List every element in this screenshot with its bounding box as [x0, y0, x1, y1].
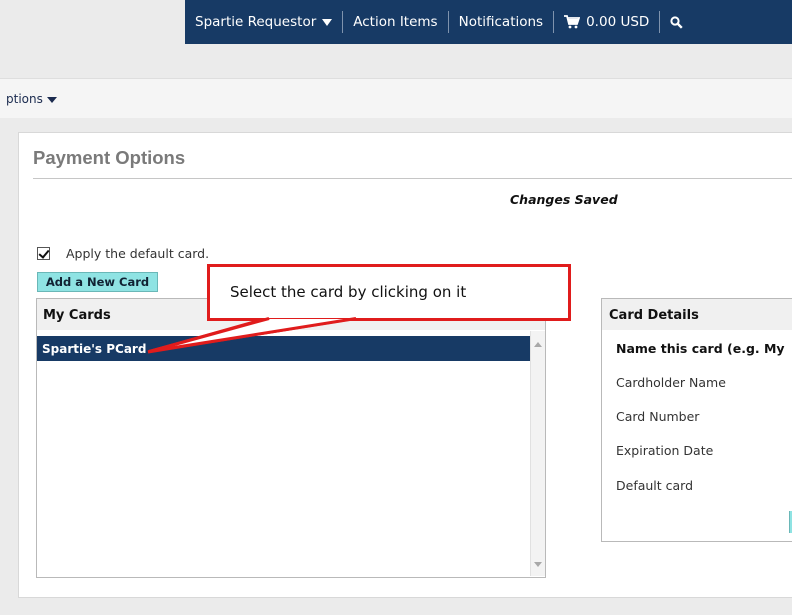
search-icon	[670, 15, 683, 29]
annotation-callout: Select the card by clicking on it	[207, 264, 571, 321]
notifications-link[interactable]: Notifications	[449, 0, 554, 44]
cart-amount: 0.00 USD	[586, 14, 650, 30]
card-details-header: Card Details	[609, 308, 699, 323]
my-cards-list	[37, 330, 545, 577]
options-menu-label: ptions	[6, 92, 43, 106]
status-message: Changes Saved	[510, 192, 618, 207]
action-items-link[interactable]: Action Items	[343, 0, 447, 44]
options-menu[interactable]: ptions	[6, 92, 57, 106]
cart-icon	[564, 15, 581, 29]
card-number-label: Card Number	[616, 409, 700, 424]
search-button[interactable]	[660, 0, 693, 44]
annotation-text: Select the card by clicking on it	[230, 283, 467, 301]
cardholder-name-label: Cardholder Name	[616, 375, 726, 390]
card-name-label: Name this card (e.g. My	[616, 341, 785, 356]
title-divider	[33, 178, 792, 179]
user-menu-label: Spartie Requestor	[195, 14, 317, 30]
page-title: Payment Options	[33, 147, 186, 168]
expiration-date-label: Expiration Date	[616, 443, 714, 458]
caret-down-icon	[322, 18, 333, 26]
default-card-label: Default card	[616, 478, 694, 493]
sub-header	[0, 78, 792, 118]
apply-default-checkbox[interactable]	[37, 247, 50, 260]
card-list-item-label: Spartie's PCard	[42, 341, 147, 356]
card-list-item[interactable]: Spartie's PCard	[37, 336, 530, 361]
top-navigation-bar: Spartie Requestor Action Items Notificat…	[185, 0, 792, 44]
user-menu[interactable]: Spartie Requestor	[185, 0, 342, 44]
triangle-down-icon	[46, 97, 57, 103]
scroll-up-arrow-icon[interactable]	[534, 342, 542, 347]
apply-default-label: Apply the default card.	[66, 246, 210, 261]
add-new-card-button[interactable]: Add a New Card	[37, 272, 158, 292]
my-cards-header: My Cards	[43, 308, 111, 323]
cart-button[interactable]: 0.00 USD	[554, 0, 659, 44]
apply-default-row: Apply the default card.	[37, 246, 209, 261]
my-cards-scrollbar[interactable]	[530, 331, 545, 576]
scroll-down-arrow-icon[interactable]	[534, 562, 542, 567]
